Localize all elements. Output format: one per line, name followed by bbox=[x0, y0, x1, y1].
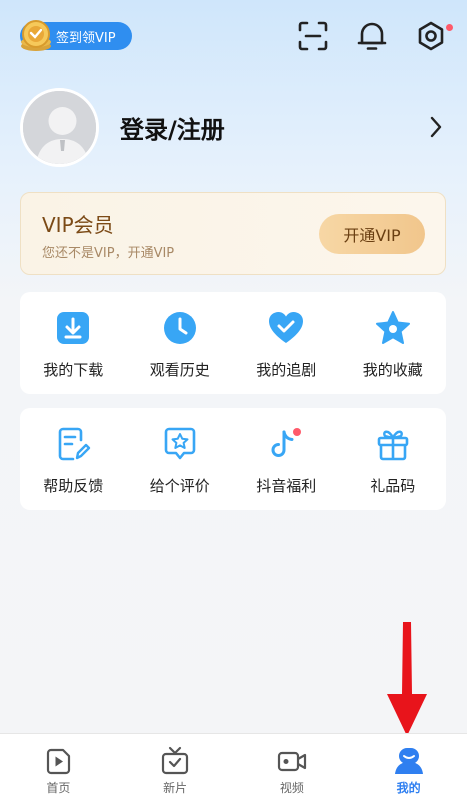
quick-actions-card: 我的下载 观看历史 我的追剧 我的收藏 bbox=[20, 292, 446, 394]
top-bar: 签到领VIP bbox=[0, 0, 467, 72]
quick-action-label: 我的收藏 bbox=[362, 361, 423, 379]
service-douyin[interactable]: 抖音福利 bbox=[233, 408, 340, 510]
quick-action-history[interactable]: 观看历史 bbox=[127, 292, 234, 394]
tab-new[interactable]: 新片 bbox=[117, 734, 234, 800]
service-label: 礼品码 bbox=[370, 477, 416, 495]
heart-check-icon bbox=[269, 312, 304, 343]
settings-icon[interactable] bbox=[415, 20, 447, 52]
signin-vip-label: 签到领VIP bbox=[56, 30, 116, 46]
default-avatar-icon bbox=[23, 91, 96, 164]
tv-tab-icon bbox=[162, 746, 189, 775]
user-tab-icon bbox=[394, 748, 423, 774]
service-rate[interactable]: 给个评价 bbox=[127, 408, 234, 510]
tab-label: 我的 bbox=[396, 781, 421, 795]
tab-label: 新片 bbox=[163, 781, 188, 795]
service-label: 给个评价 bbox=[149, 477, 210, 495]
profile-row[interactable]: 登录/注册 bbox=[20, 88, 447, 168]
gift-icon bbox=[377, 430, 409, 461]
chevron-right-icon[interactable] bbox=[429, 116, 443, 138]
service-feedback[interactable]: 帮助反馈 bbox=[20, 408, 127, 510]
douyin-icon bbox=[271, 428, 302, 457]
services-card: 帮助反馈 给个评价 抖音福利 礼品码 bbox=[20, 408, 446, 510]
login-register-link[interactable]: 登录/注册 bbox=[120, 110, 225, 145]
tab-mine[interactable]: 我的 bbox=[350, 734, 467, 800]
quick-action-label: 观看历史 bbox=[149, 361, 210, 379]
red-arrow-annotation bbox=[387, 622, 427, 736]
quick-action-following[interactable]: 我的追剧 bbox=[233, 292, 340, 394]
service-gift-code[interactable]: 礼品码 bbox=[340, 408, 447, 510]
scan-icon[interactable] bbox=[297, 20, 329, 52]
tab-label: 首页 bbox=[46, 781, 71, 795]
tab-video[interactable]: 视频 bbox=[234, 734, 351, 800]
coin-icon bbox=[21, 20, 51, 51]
video-tab-icon bbox=[277, 751, 306, 772]
quick-action-downloads[interactable]: 我的下载 bbox=[20, 292, 127, 394]
vip-card[interactable]: VIP会员 您还不是VIP，开通VIP 开通VIP bbox=[20, 192, 446, 275]
download-icon bbox=[57, 312, 90, 344]
bottom-tab-bar: 首页 新片 视频 我的 bbox=[0, 733, 467, 800]
signin-vip-button[interactable]: 签到领VIP bbox=[20, 20, 132, 51]
quick-action-favorites[interactable]: 我的收藏 bbox=[340, 292, 447, 394]
settings-badge-dot bbox=[446, 24, 453, 31]
quick-action-label: 我的追剧 bbox=[256, 361, 317, 379]
clock-icon bbox=[163, 312, 196, 344]
open-vip-button[interactable]: 开通VIP bbox=[319, 214, 425, 254]
service-label: 帮助反馈 bbox=[43, 477, 104, 495]
service-label: 抖音福利 bbox=[256, 477, 317, 495]
vip-title: VIP会员 bbox=[42, 213, 114, 237]
bell-icon[interactable] bbox=[356, 20, 388, 52]
feedback-icon bbox=[58, 427, 91, 461]
rate-icon bbox=[164, 427, 196, 460]
play-tab-icon bbox=[47, 748, 71, 775]
quick-action-label: 我的下载 bbox=[43, 361, 104, 379]
vip-subtitle: 您还不是VIP，开通VIP bbox=[42, 246, 175, 261]
avatar[interactable] bbox=[20, 88, 99, 167]
star-icon bbox=[375, 311, 410, 344]
tab-home[interactable]: 首页 bbox=[0, 734, 117, 800]
tab-label: 视频 bbox=[279, 781, 304, 795]
